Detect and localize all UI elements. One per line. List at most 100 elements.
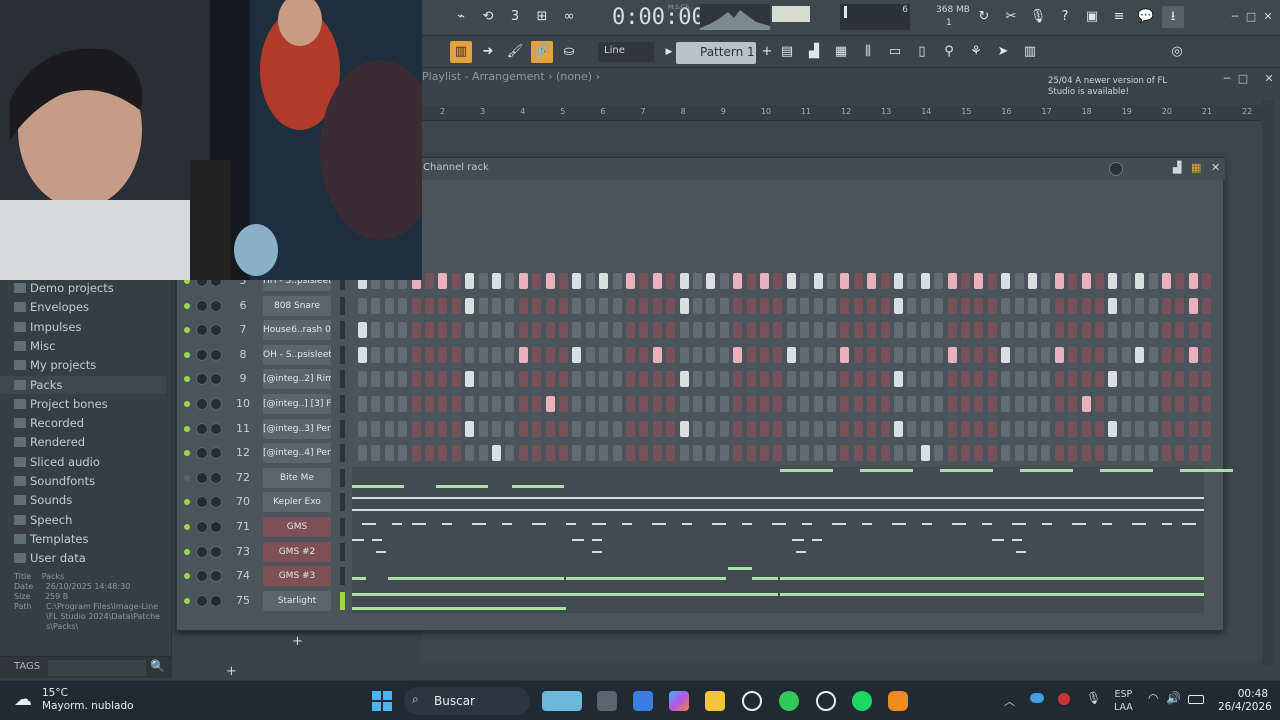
channel-mixer-track[interactable]: 74 bbox=[230, 566, 256, 586]
step-button[interactable] bbox=[867, 322, 877, 339]
step-button[interactable] bbox=[1108, 273, 1118, 289]
mixer-window-icon[interactable]: ⫼ bbox=[857, 41, 879, 63]
step-button[interactable] bbox=[920, 420, 930, 437]
weather-widget[interactable]: 15°C Mayorm. nublado bbox=[42, 687, 134, 713]
step-button[interactable] bbox=[478, 346, 488, 363]
step-button[interactable] bbox=[813, 273, 823, 289]
step-button[interactable] bbox=[961, 371, 970, 388]
step-button[interactable] bbox=[505, 322, 515, 339]
step-button[interactable] bbox=[358, 346, 367, 363]
step-button[interactable] bbox=[800, 346, 810, 363]
step-button[interactable] bbox=[840, 297, 850, 314]
step-button[interactable] bbox=[1054, 371, 1064, 388]
maximize-icon[interactable]: □ bbox=[1244, 10, 1258, 24]
step-button[interactable] bbox=[478, 396, 488, 412]
step-button[interactable] bbox=[1081, 273, 1091, 289]
channel-icon[interactable]: ▯ bbox=[911, 41, 933, 63]
step-button[interactable] bbox=[880, 420, 890, 437]
step-button[interactable] bbox=[934, 420, 944, 437]
step-button[interactable] bbox=[760, 322, 769, 339]
channel-volume-knob[interactable] bbox=[210, 471, 222, 484]
channel-mute-led[interactable] bbox=[184, 425, 190, 432]
step-button[interactable] bbox=[465, 322, 475, 339]
step-button[interactable] bbox=[880, 371, 890, 388]
step-button[interactable] bbox=[1202, 371, 1212, 388]
step-button[interactable] bbox=[639, 420, 649, 437]
channel-mute-led[interactable] bbox=[184, 401, 190, 407]
channel-select-bar[interactable] bbox=[340, 591, 345, 610]
step-button[interactable] bbox=[907, 273, 917, 289]
channel-mute-led[interactable] bbox=[184, 474, 190, 481]
onedrive-icon[interactable] bbox=[1030, 693, 1044, 703]
step-button[interactable] bbox=[1054, 420, 1064, 437]
step-button[interactable] bbox=[626, 346, 635, 363]
step-button[interactable] bbox=[1001, 346, 1011, 363]
graph-icon[interactable]: ▟ bbox=[1173, 161, 1181, 174]
step-button[interactable] bbox=[371, 346, 381, 363]
step-button[interactable] bbox=[746, 371, 756, 388]
step-button[interactable] bbox=[867, 420, 877, 437]
countdown-icon[interactable]: 3 bbox=[504, 6, 526, 28]
step-sequencer[interactable] bbox=[358, 322, 1212, 339]
step-button[interactable] bbox=[1188, 273, 1198, 289]
step-button[interactable] bbox=[1014, 445, 1024, 462]
step-button[interactable] bbox=[974, 420, 984, 437]
step-button[interactable] bbox=[733, 420, 743, 437]
arrow-icon[interactable]: ➜ bbox=[477, 41, 499, 63]
step-button[interactable] bbox=[585, 346, 595, 363]
playlist-icon[interactable]: ▥ bbox=[450, 41, 472, 63]
step-button[interactable] bbox=[1175, 273, 1185, 289]
step-button[interactable] bbox=[465, 273, 475, 289]
step-button[interactable] bbox=[1095, 371, 1104, 388]
step-button[interactable] bbox=[693, 346, 702, 363]
step-button[interactable] bbox=[867, 297, 877, 314]
step-button[interactable] bbox=[773, 322, 783, 339]
step-button[interactable] bbox=[813, 445, 823, 462]
step-button[interactable] bbox=[492, 420, 501, 437]
step-button[interactable] bbox=[1135, 420, 1145, 437]
step-button[interactable] bbox=[706, 346, 716, 363]
step-button[interactable] bbox=[934, 445, 944, 462]
step-button[interactable] bbox=[907, 371, 917, 388]
step-button[interactable] bbox=[786, 420, 796, 437]
step-button[interactable] bbox=[1028, 322, 1037, 339]
browser-item[interactable]: My projects bbox=[14, 356, 96, 374]
step-button[interactable] bbox=[719, 322, 729, 339]
step-button[interactable] bbox=[934, 346, 944, 363]
step-button[interactable] bbox=[920, 396, 930, 412]
step-button[interactable] bbox=[773, 396, 783, 412]
channel-volume-knob[interactable] bbox=[210, 545, 222, 558]
channel-row[interactable]: 7 House6..rash 03 bbox=[180, 319, 1212, 341]
step-button[interactable] bbox=[626, 273, 635, 289]
step-button[interactable] bbox=[371, 322, 381, 339]
step-button[interactable] bbox=[733, 371, 743, 388]
step-button[interactable] bbox=[1041, 396, 1051, 412]
step-button[interactable] bbox=[1068, 420, 1078, 437]
step-button[interactable] bbox=[612, 273, 622, 289]
step-button[interactable] bbox=[840, 445, 850, 462]
step-button[interactable] bbox=[786, 445, 796, 462]
channel-mixer-track[interactable]: 6 bbox=[230, 296, 256, 316]
browser-item[interactable]: Demo projects bbox=[14, 279, 114, 297]
step-button[interactable] bbox=[800, 420, 810, 437]
file-explorer-icon[interactable] bbox=[705, 691, 725, 711]
step-button[interactable] bbox=[961, 273, 970, 289]
step-button[interactable] bbox=[961, 346, 970, 363]
channel-volume-knob[interactable] bbox=[210, 324, 222, 337]
tray-chevron-icon[interactable]: ︿ bbox=[1004, 693, 1015, 709]
step-button[interactable] bbox=[1202, 420, 1212, 437]
channel-name-button[interactable]: [@integ..3] Perc bbox=[263, 418, 331, 439]
playlist-maximize-icon[interactable]: □ bbox=[1236, 72, 1250, 86]
step-button[interactable] bbox=[559, 396, 568, 412]
step-button[interactable] bbox=[760, 273, 769, 289]
step-button[interactable] bbox=[1135, 297, 1145, 314]
step-button[interactable] bbox=[1188, 322, 1198, 339]
step-button[interactable] bbox=[934, 273, 944, 289]
step-button[interactable] bbox=[679, 445, 689, 462]
browser-item[interactable]: Impulses bbox=[14, 318, 81, 336]
channel-volume-knob[interactable] bbox=[210, 373, 222, 386]
channel-mute-led[interactable] bbox=[184, 376, 190, 383]
step-button[interactable] bbox=[599, 273, 609, 289]
step-button[interactable] bbox=[505, 297, 515, 314]
step-button[interactable] bbox=[384, 420, 394, 437]
